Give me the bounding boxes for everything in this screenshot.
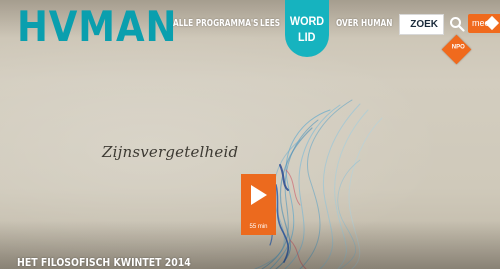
- nav-item-about[interactable]: OVER HUMAN: [336, 16, 392, 32]
- video-caption[interactable]: HET FILOSOFISCH KWINTET 2014: [17, 256, 191, 269]
- become-member-button[interactable]: WORD LID: [285, 0, 329, 57]
- play-icon: [251, 185, 267, 205]
- nav-item-read[interactable]: LEES: [260, 16, 280, 32]
- become-member-line1: WORD: [289, 13, 325, 28]
- site-logo[interactable]: HVMAN: [17, 4, 177, 50]
- nav-item-all-programs[interactable]: ALLE PROGRAMMA'S: [173, 16, 258, 32]
- search-input[interactable]: ZOEK: [399, 14, 444, 35]
- search-icon[interactable]: [449, 16, 465, 32]
- video-duration: 55 min: [249, 224, 268, 230]
- handwritten-title: Zijnsvergetelheid: [102, 143, 239, 161]
- meer-button[interactable]: meer: [468, 14, 500, 33]
- npo-badge-label: NPO: [451, 44, 465, 51]
- become-member-line2: LID: [298, 29, 316, 44]
- play-button[interactable]: 55 min: [241, 174, 276, 235]
